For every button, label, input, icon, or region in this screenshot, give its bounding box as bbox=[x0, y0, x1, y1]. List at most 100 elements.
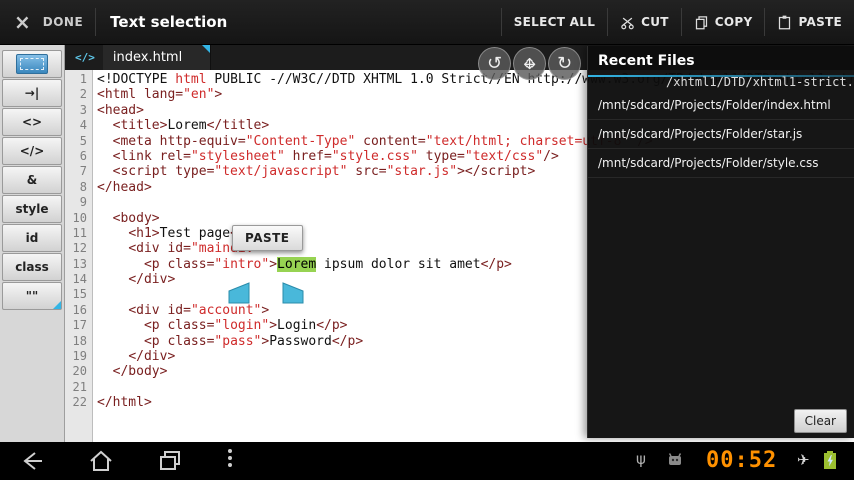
line-number: 12 bbox=[72, 241, 87, 256]
undo-button[interactable]: ↺ bbox=[478, 47, 511, 80]
divider bbox=[95, 8, 97, 36]
code-token: <body> bbox=[112, 210, 160, 226]
line-number: 11 bbox=[72, 225, 87, 240]
line-number: 9 bbox=[79, 195, 87, 210]
code-token: <div id= bbox=[128, 241, 191, 257]
code-token: ></script> bbox=[457, 164, 536, 180]
code-token: </body> bbox=[112, 364, 168, 380]
line-number: 20 bbox=[72, 364, 87, 379]
sidebar-button-tab[interactable]: →| bbox=[2, 79, 62, 107]
button-corner-icon bbox=[53, 301, 61, 309]
copy-label: COPY bbox=[714, 15, 753, 29]
recent-apps-button[interactable] bbox=[157, 450, 183, 472]
snippet-sidebar: →| <> </> & style id class "" bbox=[0, 44, 65, 442]
sidebar-button-ampersand[interactable]: & bbox=[2, 166, 62, 194]
code-token: Lorem bbox=[167, 118, 207, 134]
tab-index-html[interactable]: index.html bbox=[102, 44, 212, 70]
code-token: content= bbox=[355, 133, 426, 149]
usb-icon: ψ bbox=[636, 450, 646, 468]
line-number: 6 bbox=[79, 148, 87, 163]
code-token: "stylesheet" bbox=[190, 148, 285, 164]
sidebar-button-angle-brackets[interactable]: <> bbox=[2, 108, 62, 136]
code-token: html bbox=[175, 72, 207, 87]
code-token: <p class= bbox=[143, 318, 215, 334]
code-token: <p class= bbox=[143, 333, 215, 349]
sidebar-button-selection-mode[interactable] bbox=[2, 50, 62, 78]
menu-overflow-button[interactable] bbox=[228, 449, 232, 467]
line-number: 4 bbox=[79, 118, 87, 133]
recent-file-item[interactable]: /mnt/sdcard/Projects/Folder/style.css bbox=[588, 149, 854, 178]
quotes-label: "" bbox=[25, 289, 39, 303]
code-token: </p> bbox=[480, 256, 512, 272]
select-all-button[interactable]: SELECT ALL bbox=[502, 0, 607, 44]
back-button[interactable] bbox=[20, 450, 46, 472]
usb-debug-icon bbox=[668, 453, 682, 465]
selection-tool-icon bbox=[16, 54, 48, 74]
line-number: 2 bbox=[79, 87, 87, 102]
paste-button[interactable]: PASTE bbox=[765, 0, 854, 44]
recent-files-panel: Recent Files /xhtml1/DTD/xhtml1-strict.d… bbox=[587, 46, 854, 438]
code-token: <html lang= bbox=[97, 87, 184, 103]
recent-files-title: Recent Files bbox=[598, 53, 695, 69]
code-token: <div id= bbox=[128, 302, 191, 318]
sidebar-button-id[interactable]: id bbox=[2, 224, 62, 252]
recent-file-item[interactable]: /mnt/sdcard/Projects/Folder/star.js bbox=[588, 120, 854, 149]
paste-icon bbox=[779, 15, 791, 29]
code-token: <head> bbox=[97, 102, 144, 118]
code-token: </p> bbox=[331, 333, 364, 349]
line-number: 15 bbox=[72, 287, 87, 302]
recent-file-item[interactable]: /mnt/sdcard/Projects/Folder/index.html bbox=[588, 91, 854, 120]
clock: 00:52 bbox=[706, 448, 778, 473]
home-button[interactable] bbox=[88, 450, 114, 472]
copy-icon bbox=[695, 15, 707, 29]
sidebar-button-quotes[interactable]: "" bbox=[2, 282, 62, 310]
code-token: "text/javascript" bbox=[214, 164, 348, 180]
code-token: > bbox=[269, 256, 278, 272]
close-icon[interactable]: × bbox=[0, 10, 43, 34]
airplane-mode-icon: ✈ bbox=[797, 451, 810, 469]
cut-button[interactable]: CUT bbox=[608, 0, 681, 44]
cut-icon bbox=[621, 17, 634, 29]
code-token: <p class= bbox=[143, 256, 215, 272]
code-token: "text/css" bbox=[464, 148, 544, 164]
selection-handle-left[interactable] bbox=[228, 282, 250, 308]
selected-text[interactable]: Lorem bbox=[277, 256, 317, 272]
line-number: 10 bbox=[72, 210, 87, 225]
code-token: > bbox=[269, 318, 278, 334]
menu-dot bbox=[228, 449, 232, 453]
move-cursor-button[interactable]: ↔ ↕ bbox=[513, 47, 546, 80]
done-button[interactable]: DONE bbox=[43, 15, 83, 29]
code-token: ipsum dolor sit amet bbox=[316, 256, 481, 272]
recent-files-list: /mnt/sdcard/Projects/Folder/index.html/m… bbox=[588, 91, 854, 178]
tab-label: index.html bbox=[112, 49, 183, 65]
code-token: type= bbox=[417, 148, 465, 164]
selection-handle-right[interactable] bbox=[282, 282, 304, 308]
code-token: <meta http-equiv= bbox=[112, 133, 246, 149]
copy-button[interactable]: COPY bbox=[682, 0, 765, 44]
move-vertical-glyph: ↕ bbox=[523, 54, 536, 73]
redo-button[interactable]: ↻ bbox=[548, 47, 581, 80]
clear-button[interactable]: Clear bbox=[793, 409, 847, 433]
sidebar-button-style[interactable]: style bbox=[2, 195, 62, 223]
sidebar-button-close-tag[interactable]: </> bbox=[2, 137, 62, 165]
paste-popup-button[interactable]: PASTE bbox=[232, 225, 303, 251]
code-token: </html> bbox=[97, 395, 152, 411]
code-token: <!DOCTYPE bbox=[97, 72, 176, 87]
code-token: "login" bbox=[214, 318, 270, 334]
code-token: Password bbox=[269, 333, 332, 349]
line-number: 3 bbox=[79, 102, 87, 117]
line-number: 7 bbox=[79, 164, 87, 179]
app-screen: × DONE Text selection SELECT ALL CUT COP… bbox=[0, 0, 854, 480]
code-token: </head> bbox=[97, 179, 152, 195]
line-number: 19 bbox=[72, 349, 87, 364]
sidebar-button-class[interactable]: class bbox=[2, 253, 62, 281]
code-token: "Content-Type" bbox=[245, 133, 356, 149]
active-tab-corner-icon bbox=[201, 44, 211, 53]
